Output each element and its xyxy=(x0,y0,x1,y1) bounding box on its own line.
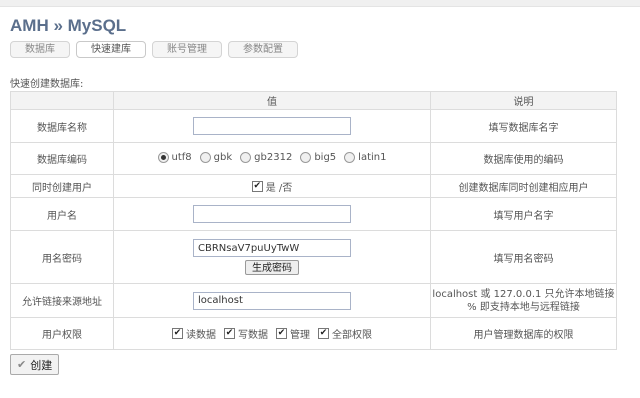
encoding-option-gb2312[interactable]: gb2312 xyxy=(240,151,292,163)
checkbox-icon[interactable]: ✔ xyxy=(318,328,329,339)
row-desc: 填写用名密码 xyxy=(430,230,617,284)
radio-icon[interactable] xyxy=(240,151,252,163)
section-label: 快速创建数据库: xyxy=(10,79,84,90)
row-value: 生成密码 xyxy=(113,230,431,284)
table-row: 数据库名称 填写数据库名字 xyxy=(10,109,617,143)
row-label: 用名密码 xyxy=(10,230,114,284)
tab-quick-create[interactable]: 快速建库 xyxy=(76,41,146,58)
encoding-option-latin1[interactable]: latin1 xyxy=(344,151,386,163)
radio-icon[interactable] xyxy=(344,151,356,163)
header-value: 值 xyxy=(113,91,431,110)
row-label: 同时创建用户 xyxy=(10,174,114,198)
checkbox-icon[interactable]: ✔ xyxy=(224,328,235,339)
row-value: ✔ 是 /否 xyxy=(113,174,431,198)
create-button[interactable]: ✔ 创建 xyxy=(10,354,60,375)
row-desc: 填写用户名字 xyxy=(430,197,617,231)
table-row: 用户名 填写用户名字 xyxy=(10,197,617,231)
radio-icon[interactable] xyxy=(300,151,312,163)
host-desc-line1: localhost 或 127.0.0.1 只允许本地链接 xyxy=(432,288,615,300)
header-blank xyxy=(10,91,114,110)
create-db-table: 值 说明 数据库名称 填写数据库名字 数据库编码 utf8 gbk gb2312… xyxy=(10,91,617,350)
row-desc: localhost 或 127.0.0.1 只允许本地链接 % 即支持本地与远程… xyxy=(430,283,617,318)
row-label: 数据库名称 xyxy=(10,109,114,143)
row-label: 用户权限 xyxy=(10,317,114,350)
row-desc: 填写数据库名字 xyxy=(430,109,617,143)
row-label: 允许链接来源地址 xyxy=(10,283,114,318)
row-desc: 创建数据库同时创建相应用户 xyxy=(430,174,617,198)
perm-admin-option[interactable]: ✔ 管理 xyxy=(276,326,310,341)
encoding-options: utf8 gbk gb2312 big5 latin1 xyxy=(157,151,386,163)
create-user-option[interactable]: ✔ 是 /否 xyxy=(251,179,292,194)
row-value xyxy=(113,283,431,318)
username-input[interactable] xyxy=(193,205,351,223)
row-value xyxy=(113,197,431,231)
tab-databases[interactable]: 数据库 xyxy=(10,41,70,58)
perm-write-option[interactable]: ✔ 写数据 xyxy=(224,326,268,341)
page-title: AMH » MySQL xyxy=(10,16,127,35)
row-value xyxy=(113,109,431,143)
row-value: utf8 gbk gb2312 big5 latin1 xyxy=(113,142,431,175)
top-band xyxy=(0,0,640,7)
row-label: 用户名 xyxy=(10,197,114,231)
radio-icon[interactable] xyxy=(199,151,211,163)
tab-settings[interactable]: 参数配置 xyxy=(228,41,298,58)
row-value: ✔ 读数据 ✔ 写数据 ✔ 管理 ✔ 全部权限 xyxy=(113,317,431,350)
radio-icon[interactable] xyxy=(157,151,169,163)
row-desc: 数据库使用的编码 xyxy=(430,142,617,175)
checkbox-icon[interactable]: ✔ xyxy=(251,180,263,192)
password-input[interactable] xyxy=(193,239,351,257)
tab-accounts[interactable]: 账号管理 xyxy=(152,41,222,58)
generate-password-button[interactable]: 生成密码 xyxy=(245,260,299,275)
host-desc-line2: % 即支持本地与远程链接 xyxy=(467,301,580,313)
table-row: 用户权限 ✔ 读数据 ✔ 写数据 ✔ 管理 ✔ 全部权限 用户管理数据库的权限 xyxy=(10,317,617,350)
perm-read-option[interactable]: ✔ 读数据 xyxy=(172,326,216,341)
header-desc: 说明 xyxy=(430,91,617,110)
permission-options: ✔ 读数据 ✔ 写数据 ✔ 管理 ✔ 全部权限 xyxy=(172,326,372,341)
check-icon: ✔ xyxy=(17,358,27,371)
table-row: 用名密码 生成密码 填写用名密码 xyxy=(10,230,617,284)
host-input[interactable] xyxy=(193,291,351,310)
encoding-option-utf8[interactable]: utf8 xyxy=(157,151,192,163)
table-header-row: 值 说明 xyxy=(10,91,617,110)
perm-all-option[interactable]: ✔ 全部权限 xyxy=(318,326,372,341)
table-row: 同时创建用户 ✔ 是 /否 创建数据库同时创建相应用户 xyxy=(10,174,617,198)
checkbox-icon[interactable]: ✔ xyxy=(276,328,287,339)
checkbox-icon[interactable]: ✔ xyxy=(172,328,183,339)
table-row: 数据库编码 utf8 gbk gb2312 big5 latin1 数据库使用的… xyxy=(10,142,617,175)
tab-bar: 数据库 快速建库 账号管理 参数配置 xyxy=(10,41,298,58)
create-button-label: 创建 xyxy=(30,358,53,372)
row-desc: 用户管理数据库的权限 xyxy=(430,317,617,350)
table-row: 允许链接来源地址 localhost 或 127.0.0.1 只允许本地链接 %… xyxy=(10,283,617,318)
row-label: 数据库编码 xyxy=(10,142,114,175)
encoding-option-big5[interactable]: big5 xyxy=(300,151,336,163)
db-name-input[interactable] xyxy=(193,117,351,135)
encoding-option-gbk[interactable]: gbk xyxy=(199,151,232,163)
